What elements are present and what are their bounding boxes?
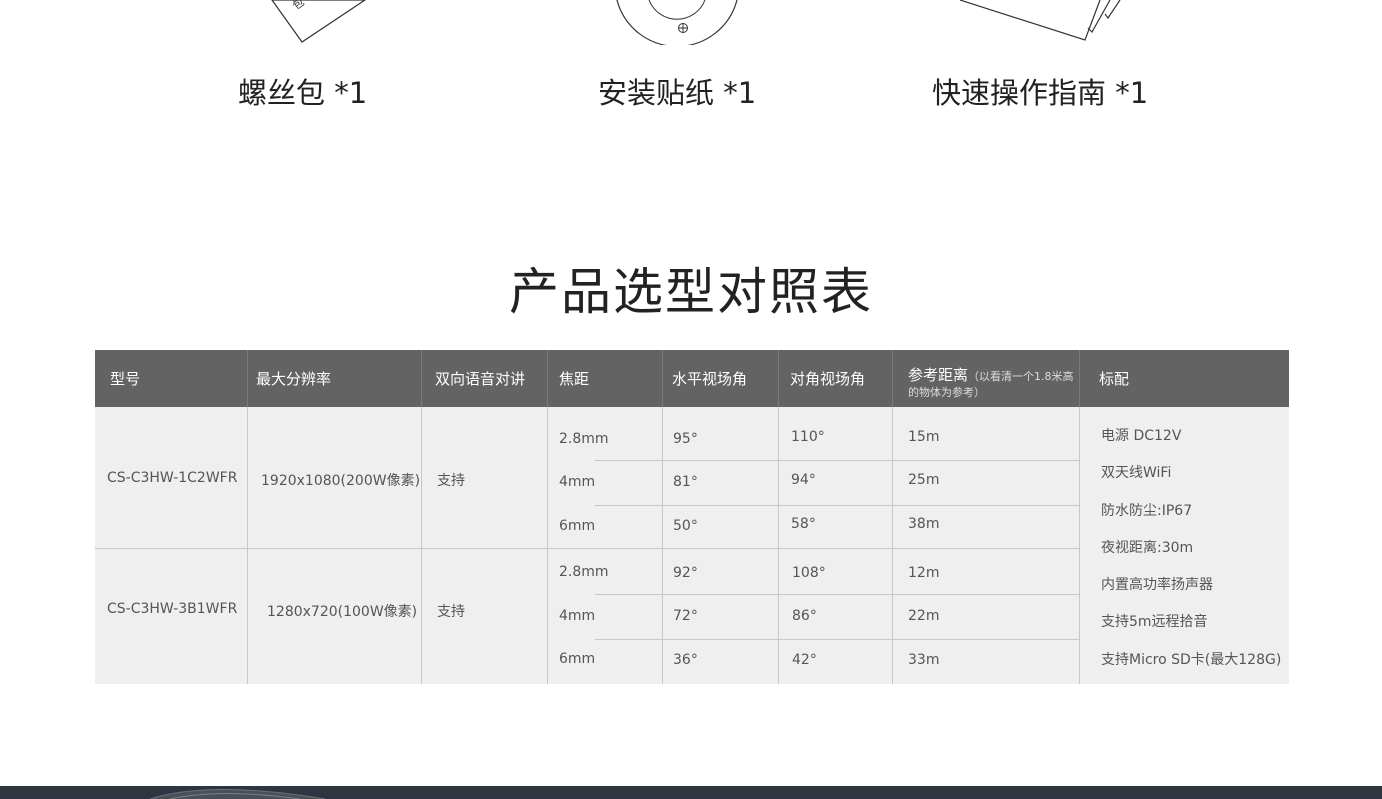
page-title: 产品选型对照表 [509, 263, 873, 321]
lens-divider [595, 594, 1079, 595]
table-row-resolution: 1280x720(100W像素) [267, 604, 418, 620]
accessory-label-screw-pack: 螺丝包 *1 [238, 76, 368, 110]
lens-hfov: 36° [673, 652, 698, 668]
standard-item: 支持5m远程拾音 [1101, 614, 1208, 630]
header-resolution: 最大分辨率 [256, 370, 332, 388]
header-distance-label: 参考距离 [908, 366, 969, 384]
lens-hfov: 50° [673, 518, 698, 534]
accessory-label-quick-guide: 快速操作指南 *1 [932, 76, 1149, 110]
row-divider [95, 548, 1079, 549]
header-model: 型号 [110, 370, 141, 388]
lens-focal: 2.8mm [559, 564, 609, 580]
column-divider [547, 407, 548, 684]
quick-guide-icon [960, 0, 1121, 41]
lens-distance: 25m [908, 472, 940, 488]
lens-dfov: 58° [791, 516, 816, 532]
lens-dfov: 108° [792, 565, 826, 581]
lens-distance: 38m [908, 516, 940, 532]
lens-hfov: 95° [673, 431, 698, 447]
lens-hfov: 81° [673, 474, 698, 490]
header-dfov: 对角视场角 [790, 370, 866, 388]
lens-focal: 4mm [559, 608, 596, 624]
header-focal: 焦距 [559, 370, 590, 388]
table-row-audio: 支持 [437, 473, 465, 489]
lens-dfov: 42° [792, 652, 817, 668]
table-row-model: CS-C3HW-1C2WFR [107, 470, 238, 486]
accessory-label-install-sticker: 安装贴纸 *1 [598, 76, 757, 110]
column-divider [1079, 407, 1080, 684]
screw-pack-icon: 包 [271, 0, 367, 43]
header-distance: 参考距离（以看清一个1.8米高的物体为参考） [908, 350, 1078, 407]
column-divider [421, 407, 422, 684]
column-divider [892, 407, 893, 684]
header-divider [892, 350, 893, 407]
header-hfov: 水平视场角 [672, 370, 748, 388]
table-row-model: CS-C3HW-3B1WFR [107, 601, 238, 617]
header-divider [247, 350, 248, 407]
header-divider [662, 350, 663, 407]
install-sticker-icon [616, 0, 738, 45]
accessories-strip: 包 螺丝包 *1 安装贴纸 *1 快速操作指南 *1 [0, 0, 1382, 130]
header-audio: 双向语音对讲 [435, 370, 526, 388]
lens-focal: 2.8mm [559, 431, 609, 447]
standard-item: 内置高功率扬声器 [1101, 577, 1213, 593]
column-divider [247, 407, 248, 684]
header-divider [421, 350, 422, 407]
lens-divider [595, 505, 1079, 506]
header-divider [778, 350, 779, 407]
lens-focal: 6mm [559, 518, 596, 534]
column-divider [778, 407, 779, 684]
lens-distance: 12m [908, 565, 940, 581]
lens-distance: 22m [908, 608, 940, 624]
lens-hfov: 92° [673, 565, 698, 581]
lens-focal: 6mm [559, 651, 596, 667]
standard-item: 支持Micro SD卡(最大128G) [1101, 652, 1282, 668]
lens-dfov: 86° [792, 608, 817, 624]
column-divider [662, 407, 663, 684]
lens-dfov: 110° [791, 429, 825, 445]
lens-dfov: 94° [791, 472, 816, 488]
lens-distance: 15m [908, 429, 940, 445]
lens-distance: 33m [908, 652, 940, 668]
lens-focal: 4mm [559, 474, 596, 490]
header-standard: 标配 [1099, 370, 1130, 388]
header-divider [547, 350, 548, 407]
standard-item: 防水防尘:IP67 [1101, 503, 1193, 519]
standard-item: 双天线WiFi [1101, 465, 1172, 481]
lens-divider [595, 460, 1079, 461]
lens-hfov: 72° [673, 608, 698, 624]
lens-divider [595, 639, 1079, 640]
product-image-edge [150, 789, 326, 799]
standard-item: 夜视距离:30m [1101, 540, 1194, 556]
standard-item: 电源 DC12V [1101, 428, 1182, 444]
table-header: 型号 最大分辨率 双向语音对讲 焦距 水平视场角 对角视场角 参考距离（以看清一… [95, 350, 1289, 407]
table-row-audio: 支持 [437, 604, 465, 620]
table-row-resolution: 1920x1080(200W像素) [261, 473, 421, 489]
model-comparison-table: 型号 最大分辨率 双向语音对讲 焦距 水平视场角 对角视场角 参考距离（以看清一… [95, 350, 1289, 684]
header-divider [1079, 350, 1080, 407]
